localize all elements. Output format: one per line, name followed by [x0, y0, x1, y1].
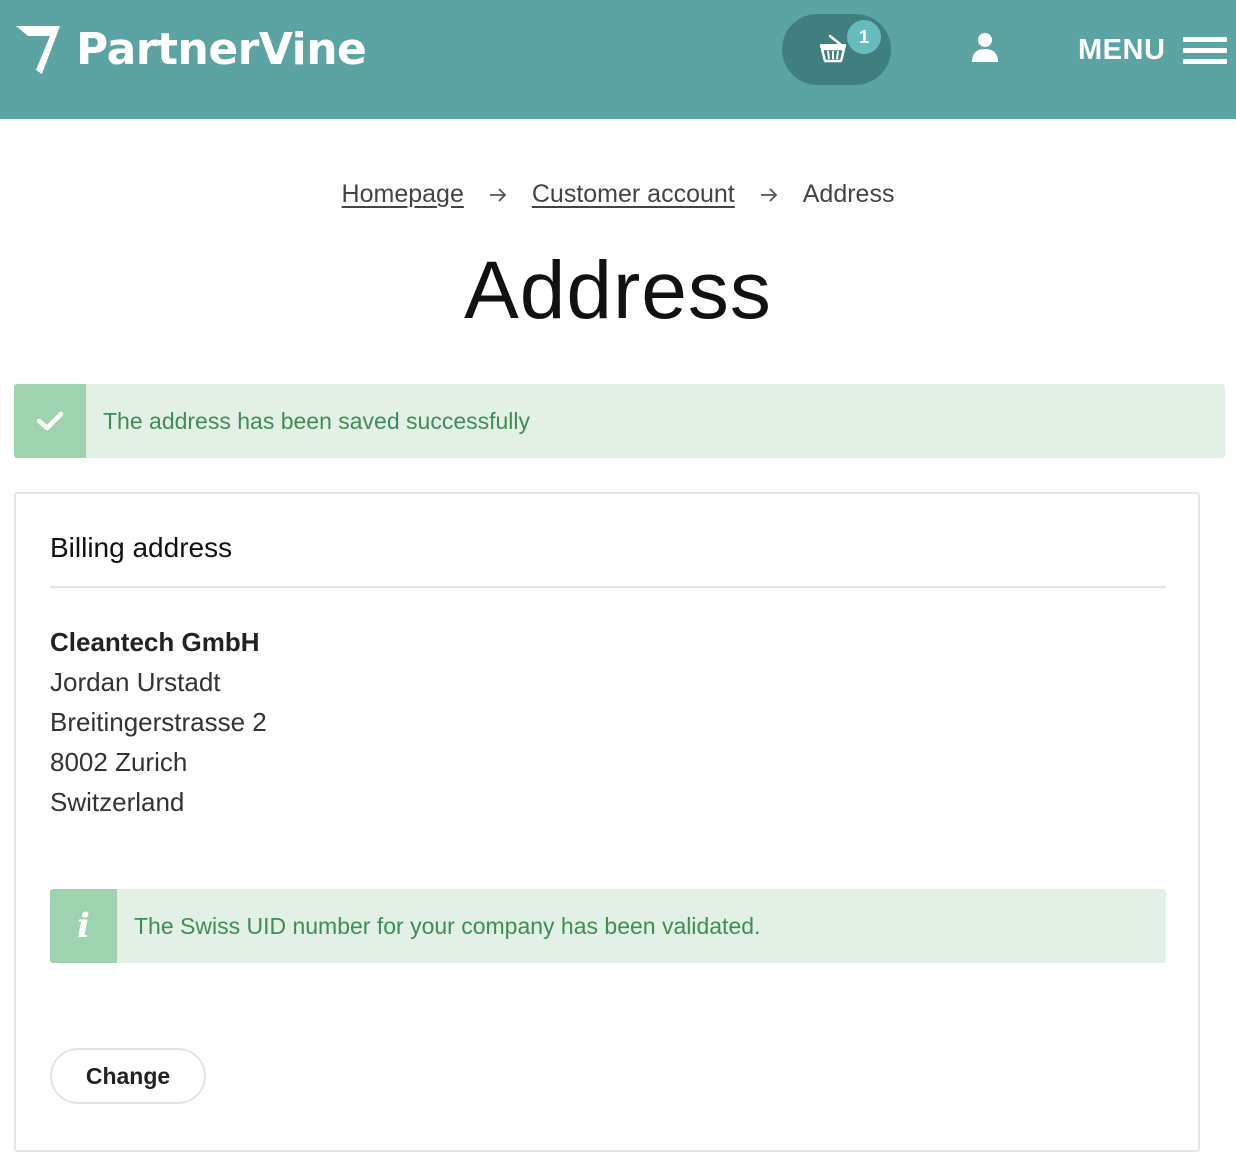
success-alert: The address has been saved successfully: [14, 384, 1225, 458]
arrow-right-icon: [489, 187, 507, 202]
breadcrumb-customer-account[interactable]: Customer account: [532, 180, 735, 209]
site-header: PartnerVine 1 MENU: [0, 0, 1236, 119]
basket-icon: [820, 34, 846, 63]
street-line: Breitingerstrasse 2: [50, 707, 267, 737]
uid-info-alert: i The Swiss UID number for your company …: [50, 889, 1166, 963]
address-block: Cleantech GmbH Jordan Urstadt Breitinger…: [50, 622, 267, 822]
billing-address-card: Billing address Cleantech GmbH Jordan Ur…: [14, 492, 1200, 1152]
uid-info-text: The Swiss UID number for your company ha…: [134, 912, 761, 939]
success-alert-text: The address has been saved successfully: [103, 407, 531, 434]
breadcrumb-current: Address: [802, 180, 895, 208]
city-line: 8002 Zurich: [50, 747, 188, 777]
menu-label: MENU: [1078, 33, 1166, 66]
brand-name: PartnerVine: [76, 24, 367, 75]
page-title: Address: [464, 245, 772, 336]
country-line: Switzerland: [50, 787, 185, 817]
hamburger-icon: [1183, 34, 1228, 66]
info-icon: i: [77, 906, 90, 946]
logo-link[interactable]: PartnerVine: [14, 22, 367, 78]
breadcrumb-homepage[interactable]: Homepage: [342, 180, 464, 209]
cart-count-badge: 1: [847, 20, 881, 54]
account-button[interactable]: [966, 30, 1004, 68]
alert-icon-box: [14, 384, 86, 458]
menu-button[interactable]: MENU: [1078, 30, 1228, 70]
company-name: Cleantech GmbH: [50, 627, 260, 657]
change-button[interactable]: Change: [50, 1048, 206, 1104]
breadcrumb: Homepage Customer account Address: [0, 180, 1236, 209]
contact-name: Jordan Urstadt: [50, 667, 221, 697]
alert-icon-box: i: [50, 889, 117, 963]
partnervine-logo-icon: [16, 26, 60, 74]
divider: [50, 586, 1166, 588]
arrow-right-icon: [760, 187, 778, 202]
billing-address-title: Billing address: [50, 532, 233, 563]
check-icon: [36, 411, 64, 431]
user-icon: [972, 33, 998, 62]
